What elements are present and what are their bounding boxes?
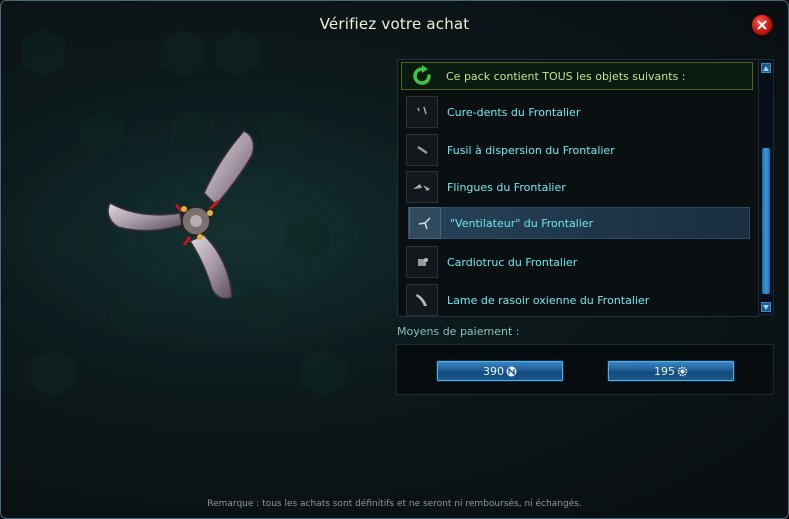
list-scrollbar[interactable] [758,59,774,315]
gadget-icon [406,246,438,278]
item-label: Cardiotruc du Frontalier [447,255,578,269]
price-gear-coin: 195 [654,364,675,378]
item-label: Lame de rasoir oxienne du Frontalier [447,293,650,307]
price-ncoin: 390 [483,364,504,378]
refresh-icon [413,65,431,85]
fan-icon [409,207,441,239]
arrow-down-icon [763,304,769,310]
item-label: Flingues du Frontalier [447,180,566,194]
item-label: "Ventilateur" du Frontalier [450,216,594,230]
list-item[interactable]: Cure-dents du Frontalier [406,96,748,128]
scroll-up-button[interactable] [761,63,771,73]
item-label: Cure-dents du Frontalier [447,105,581,119]
list-item-selected[interactable]: "Ventilateur" du Frontalier [408,207,750,239]
purchase-dialog: Vérifiez votre achat Ce pack contient TO… [0,0,789,519]
title-bar: Vérifiez votre achat [1,1,788,47]
ncoin-icon [506,366,517,376]
scroll-down-button[interactable] [761,302,771,312]
pay-ncoin-button[interactable]: 390 [436,360,564,382]
gear-coin-icon [677,366,688,376]
pack-contents-list: Ce pack contient TOUS les objets suivant… [397,59,759,317]
remark-text: Remarque : tous les achats sont définiti… [207,499,582,509]
scroll-thumb[interactable] [762,148,770,294]
toothpick-icon [406,96,438,128]
pistols-icon [406,171,438,203]
razor-blade-icon [406,284,438,316]
list-item[interactable]: Flingues du Frontalier [406,171,748,203]
pack-header-text: Ce pack contient TOUS les objets suivant… [446,69,686,83]
list-item[interactable]: Lame de rasoir oxienne du Frontalier [406,284,748,316]
pay-gear-coin-button[interactable]: 195 [607,360,735,382]
close-icon [757,20,767,30]
item-preview-fan [107,130,255,300]
payment-panel: 390 195 [396,344,774,395]
list-item[interactable]: Fusil à dispersion du Frontalier [406,134,748,166]
payment-label: Moyens de paiement : [397,325,520,338]
close-button[interactable] [751,14,773,36]
pack-header: Ce pack contient TOUS les objets suivant… [401,62,753,90]
dialog-title: Vérifiez votre achat [319,15,470,33]
shotgun-icon [406,134,438,166]
item-label: Fusil à dispersion du Frontalier [447,143,615,157]
list-item[interactable]: Cardiotruc du Frontalier [406,246,748,278]
arrow-up-icon [763,65,769,71]
